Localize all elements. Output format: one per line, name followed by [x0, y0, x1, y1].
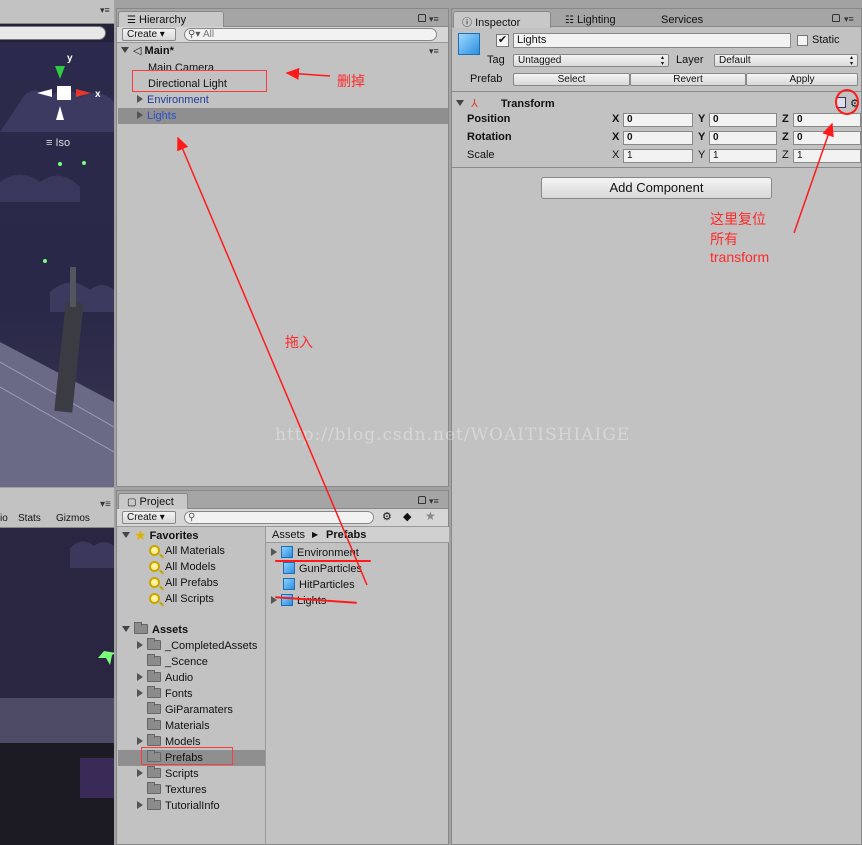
arrow-drag	[177, 136, 368, 586]
arrow-reset	[793, 122, 834, 234]
arrow-delete	[285, 67, 331, 80]
annotation-arrows	[177, 67, 834, 586]
